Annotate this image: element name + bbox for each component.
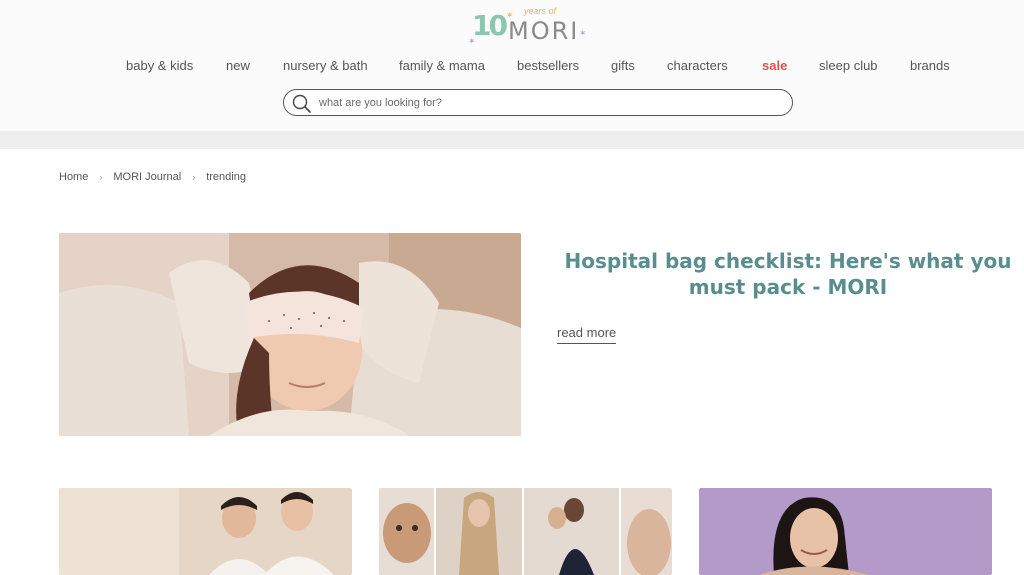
nav-item-family-mama[interactable]: family & mama bbox=[399, 56, 485, 76]
article-card-image[interactable] bbox=[379, 488, 672, 575]
mori-logo[interactable]: ✶ ✶ ✶ 10 years of MORI bbox=[466, 4, 592, 48]
nav-item-bestsellers[interactable]: bestsellers bbox=[517, 56, 579, 76]
breadcrumb: Home › MORI Journal › trending bbox=[59, 170, 246, 184]
breadcrumb-current: trending bbox=[206, 171, 246, 183]
site-header: ✶ ✶ ✶ 10 years of MORI baby & kids new n… bbox=[0, 0, 1024, 131]
nav-item-nursery-bath[interactable]: nursery & bath bbox=[283, 56, 368, 76]
parents-with-baby-photo bbox=[59, 488, 352, 575]
nav-item-sleep-club[interactable]: sleep club bbox=[819, 56, 878, 76]
breadcrumb-home[interactable]: Home bbox=[59, 170, 88, 184]
nav-item-baby-kids[interactable]: baby & kids bbox=[126, 56, 193, 76]
article-card-image[interactable] bbox=[59, 488, 352, 575]
breadcrumb-journal[interactable]: MORI Journal bbox=[113, 170, 181, 184]
search-input[interactable] bbox=[319, 93, 769, 112]
hero-article-image[interactable] bbox=[59, 233, 521, 436]
families-collage-photo bbox=[379, 488, 672, 575]
breadcrumb-separator: › bbox=[99, 172, 103, 182]
nav-item-sale[interactable]: sale bbox=[762, 56, 787, 76]
logo-tagline: years of bbox=[524, 6, 557, 16]
star-icon: ✶ bbox=[579, 28, 587, 38]
logo-brand: MORI bbox=[508, 17, 580, 45]
read-more-link[interactable]: read more bbox=[557, 325, 617, 344]
smiling-mother-photo bbox=[699, 488, 992, 575]
header-divider-band bbox=[0, 131, 1024, 149]
nav-item-characters[interactable]: characters bbox=[667, 56, 728, 76]
logo-number: 10 bbox=[472, 9, 508, 42]
hero-article-title[interactable]: Hospital bag checklist: Here's what you … bbox=[555, 248, 1021, 300]
breadcrumb-separator: › bbox=[192, 172, 196, 182]
article-card-image[interactable] bbox=[699, 488, 992, 575]
search-icon[interactable] bbox=[292, 94, 312, 113]
search-bar bbox=[283, 89, 793, 116]
nav-item-new[interactable]: new bbox=[226, 56, 250, 76]
woman-sleeping-eye-mask-photo bbox=[59, 233, 521, 436]
nav-item-gifts[interactable]: gifts bbox=[611, 56, 635, 76]
main-nav: baby & kids new nursery & bath family & … bbox=[0, 56, 1024, 76]
nav-item-brands[interactable]: brands bbox=[910, 56, 950, 76]
